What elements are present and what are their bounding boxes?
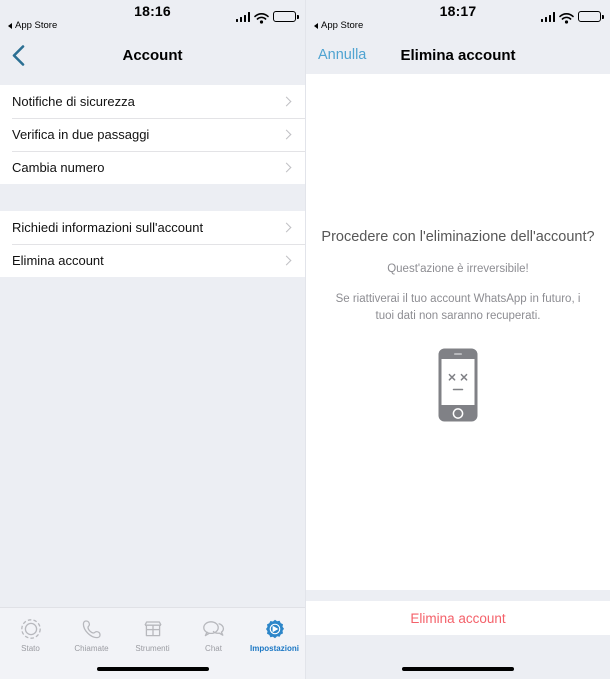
row-label: Elimina account bbox=[12, 253, 104, 268]
phone-handset-icon bbox=[81, 617, 103, 641]
tab-stato[interactable]: Stato bbox=[0, 617, 61, 653]
irreversible-warning: Quest'azione è irreversibile! bbox=[387, 263, 529, 275]
sad-phone-icon bbox=[438, 348, 478, 427]
chat-bubbles-icon bbox=[202, 617, 226, 641]
row-verifica-in-due-passaggi[interactable]: Verifica in due passaggi bbox=[0, 118, 305, 151]
delete-account-label: Elimina account bbox=[410, 610, 506, 626]
status-indicators bbox=[235, 8, 299, 24]
row-label: Cambia numero bbox=[12, 160, 105, 175]
battery-icon bbox=[578, 11, 604, 22]
group-separator bbox=[0, 184, 305, 211]
gear-icon bbox=[264, 617, 286, 641]
status-back-label: App Store bbox=[321, 20, 364, 31]
status-indicators bbox=[540, 8, 604, 24]
status-back-label: App Store bbox=[15, 20, 58, 31]
page-title: Account bbox=[122, 46, 183, 64]
row-richiedi-informazioni[interactable]: Richiedi informazioni sull'account bbox=[0, 211, 305, 244]
tab-label: Strumenti bbox=[135, 644, 170, 653]
chevron-left-icon bbox=[12, 44, 24, 66]
back-button[interactable] bbox=[7, 42, 29, 68]
settings-group-1: Notifiche di sicurezza Verifica in due p… bbox=[0, 85, 305, 184]
wifi-icon bbox=[254, 11, 269, 24]
tab-label: Impostazioni bbox=[250, 644, 299, 653]
chevron-right-icon bbox=[281, 162, 292, 173]
tab-label: Stato bbox=[21, 644, 40, 653]
chevron-right-icon bbox=[281, 129, 292, 140]
battery-icon bbox=[273, 11, 299, 22]
chevron-right-icon bbox=[281, 96, 292, 107]
row-label: Richiedi informazioni sull'account bbox=[12, 220, 204, 235]
signal-bars-icon bbox=[540, 12, 555, 22]
status-rings-icon bbox=[20, 617, 42, 641]
chevron-right-icon bbox=[281, 222, 292, 233]
navigation-bar: Annulla Elimina account bbox=[306, 36, 610, 74]
tab-impostazioni[interactable]: Impostazioni bbox=[244, 617, 305, 653]
status-bar: 18:16 App Store bbox=[0, 0, 305, 36]
tab-chiamate[interactable]: Chiamate bbox=[61, 617, 122, 653]
status-back-link[interactable]: App Store bbox=[314, 20, 363, 31]
storefront-icon bbox=[142, 617, 164, 641]
delete-account-button[interactable]: Elimina account bbox=[306, 601, 610, 635]
tab-chat[interactable]: Chat bbox=[183, 617, 244, 653]
list-top-spacer bbox=[0, 74, 305, 85]
chevron-right-icon bbox=[281, 255, 292, 266]
status-back-link[interactable]: App Store bbox=[8, 20, 57, 31]
row-label: Notifiche di sicurezza bbox=[12, 94, 135, 109]
confirmation-question: Procedere con l'eliminazione dell'accoun… bbox=[321, 229, 595, 245]
account-settings-screen: 18:16 App Store Account Notifiche di sic… bbox=[0, 0, 305, 679]
row-cambia-numero[interactable]: Cambia numero bbox=[0, 151, 305, 184]
home-indicator bbox=[402, 666, 514, 671]
row-elimina-account[interactable]: Elimina account bbox=[0, 244, 305, 277]
dual-screenshot: 18:16 App Store Account Notifiche di sic… bbox=[0, 0, 610, 679]
row-notifiche-di-sicurezza[interactable]: Notifiche di sicurezza bbox=[0, 85, 305, 118]
row-label: Verifica in due passaggi bbox=[12, 127, 150, 142]
home-indicator bbox=[96, 666, 209, 671]
status-bar: 18:17 App Store bbox=[306, 0, 610, 36]
settings-group-2: Richiedi informazioni sull'account Elimi… bbox=[0, 211, 305, 277]
triangle-left-icon bbox=[314, 22, 318, 29]
data-loss-note: Se riattiverai il tuo account WhatsApp i… bbox=[335, 293, 581, 322]
delete-account-screen: 18:17 App Store Annulla Elimina account … bbox=[305, 0, 610, 679]
wifi-icon bbox=[559, 11, 574, 24]
tab-label: Chat bbox=[205, 644, 222, 653]
signal-bars-icon bbox=[235, 12, 250, 22]
delete-account-content: Procedere con l'eliminazione dell'accoun… bbox=[306, 74, 610, 590]
tab-label: Chiamate bbox=[74, 644, 109, 653]
triangle-left-icon bbox=[8, 22, 12, 29]
cancel-button[interactable]: Annulla bbox=[318, 47, 366, 63]
tab-strumenti[interactable]: Strumenti bbox=[122, 617, 183, 653]
navigation-bar: Account bbox=[0, 36, 305, 74]
